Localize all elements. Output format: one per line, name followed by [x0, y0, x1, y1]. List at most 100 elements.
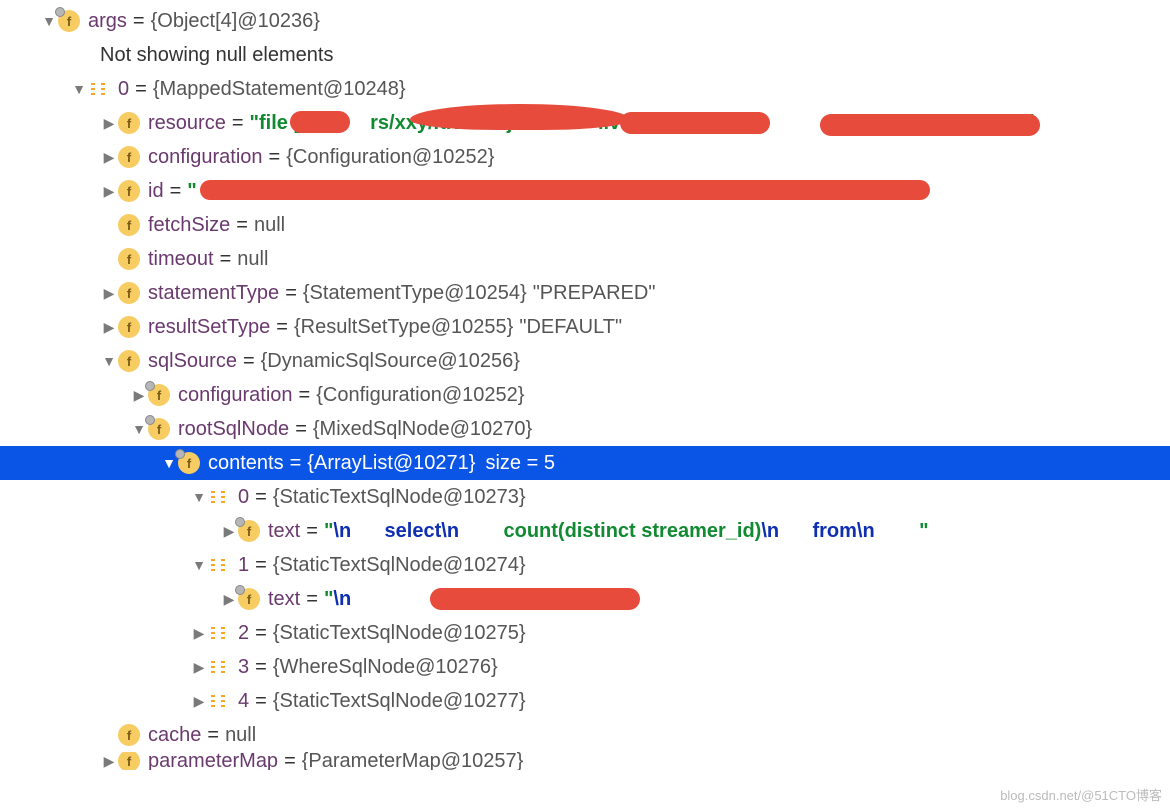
- tree-row-id[interactable]: ▶ f id = " ": [0, 174, 1170, 208]
- var-value: {DynamicSqlSource@10256}: [261, 350, 520, 373]
- tree-row-rootsqlnode[interactable]: ▼ f rootSqlNode = {MixedSqlNode@10270}: [0, 412, 1170, 446]
- var-name: 1: [238, 554, 249, 577]
- var-value-str: "DEFAULT": [519, 316, 622, 339]
- field-icon: f: [118, 282, 140, 304]
- var-name: sqlSource: [148, 350, 237, 373]
- tree-row-index0[interactable]: ▼ 0 = {MappedStatement@10248}: [0, 72, 1170, 106]
- var-value: {Object[4]@10236}: [151, 10, 320, 33]
- redaction-mark: [200, 180, 930, 200]
- expand-arrow[interactable]: ▼: [40, 13, 58, 29]
- var-value: {Configuration@10252}: [286, 146, 494, 169]
- field-icon: f: [118, 112, 140, 134]
- var-value: {Configuration@10252}: [316, 384, 524, 407]
- tree-row-c4[interactable]: ▶ 4 = {StaticTextSqlNode@10277}: [0, 684, 1170, 718]
- expand-arrow[interactable]: ▶: [190, 625, 208, 642]
- expand-arrow[interactable]: ▼: [160, 455, 178, 471]
- tree-row-configuration2[interactable]: ▶ f configuration = {Configuration@10252…: [0, 378, 1170, 412]
- expand-arrow[interactable]: ▶: [100, 183, 118, 200]
- var-value: {ResultSetType@10255}: [294, 316, 513, 339]
- tree-row-args[interactable]: ▼ f args = {Object[4]@10236}: [0, 4, 1170, 38]
- var-value: null: [237, 248, 268, 271]
- var-name: 0: [118, 78, 129, 101]
- var-name: cache: [148, 724, 201, 747]
- expand-arrow[interactable]: ▶: [100, 115, 118, 132]
- field-icon: f: [58, 10, 80, 32]
- tree-row-c2[interactable]: ▶ 2 = {StaticTextSqlNode@10275}: [0, 616, 1170, 650]
- tree-row-resource[interactable]: ▶ f resource = " file [ rs/xxy/IdeaProje…: [0, 106, 1170, 140]
- var-name: 2: [238, 622, 249, 645]
- var-name: configuration: [178, 384, 293, 407]
- expand-arrow[interactable]: ▶: [100, 285, 118, 302]
- var-name: 3: [238, 656, 249, 679]
- field-icon: f: [118, 316, 140, 338]
- expand-arrow[interactable]: ▶: [190, 693, 208, 710]
- redaction-mark: [290, 111, 350, 133]
- var-value-str: "PREPARED": [533, 282, 656, 305]
- tree-row-statementtype[interactable]: ▶ f statementType = {StatementType@10254…: [0, 276, 1170, 310]
- expand-arrow[interactable]: ▼: [70, 81, 88, 97]
- expand-arrow[interactable]: ▶: [100, 753, 118, 770]
- expand-arrow[interactable]: ▶: [100, 149, 118, 166]
- field-icon: f: [118, 752, 140, 770]
- field-icon: f: [118, 724, 140, 746]
- var-value: {StaticTextSqlNode@10273}: [273, 486, 526, 509]
- var-name: id: [148, 180, 164, 203]
- field-icon: f: [118, 214, 140, 236]
- field-icon: f: [118, 180, 140, 202]
- list-icon: [88, 78, 110, 100]
- var-value: {StaticTextSqlNode@10275}: [273, 622, 526, 645]
- var-value: {StaticTextSqlNode@10277}: [273, 690, 526, 713]
- field-icon: f: [148, 418, 170, 440]
- var-value: {ParameterMap@10257}: [302, 752, 524, 770]
- var-name: fetchSize: [148, 214, 230, 237]
- list-icon: [208, 622, 230, 644]
- list-icon: [208, 486, 230, 508]
- tree-row-configuration[interactable]: ▶ f configuration = {Configuration@10252…: [0, 140, 1170, 174]
- var-name: statementType: [148, 282, 279, 305]
- info-text: Not showing null elements: [100, 44, 333, 67]
- equals-sign: =: [127, 10, 151, 33]
- expand-arrow[interactable]: ▼: [130, 421, 148, 437]
- tree-row-c1-text[interactable]: ▶ f text = "\n \n ": [0, 582, 1170, 616]
- field-icon: f: [238, 588, 260, 610]
- tree-row-cache[interactable]: ▶ f cache = null: [0, 718, 1170, 752]
- tree-row-c1[interactable]: ▼ 1 = {StaticTextSqlNode@10274}: [0, 548, 1170, 582]
- tree-row-parametermap[interactable]: ▶ f parameterMap = {ParameterMap@10257}: [0, 752, 1170, 770]
- tree-row-c0-text[interactable]: ▶ f text = "\n select\n count(distinct s…: [0, 514, 1170, 548]
- field-icon: f: [118, 350, 140, 372]
- var-name: 0: [238, 486, 249, 509]
- tree-row-fetchsize[interactable]: ▶ f fetchSize = null: [0, 208, 1170, 242]
- expand-arrow[interactable]: ▶: [100, 319, 118, 336]
- var-name: parameterMap: [148, 752, 278, 770]
- var-value: null: [254, 214, 285, 237]
- var-name: rootSqlNode: [178, 418, 289, 441]
- list-icon: [208, 656, 230, 678]
- debugger-variables-tree[interactable]: ▼ f args = {Object[4]@10236} Not showing…: [0, 0, 1170, 770]
- list-icon: [208, 690, 230, 712]
- var-name: 4: [238, 690, 249, 713]
- expand-arrow[interactable]: ▼: [190, 489, 208, 505]
- expand-arrow[interactable]: ▼: [190, 557, 208, 573]
- tree-row-sqlsource[interactable]: ▼ f sqlSource = {DynamicSqlSource@10256}: [0, 344, 1170, 378]
- var-name: resource: [148, 112, 226, 135]
- var-name: text: [268, 520, 300, 543]
- expand-arrow[interactable]: ▶: [190, 659, 208, 676]
- var-value: {ArrayList@10271}: [307, 452, 475, 475]
- var-name: text: [268, 588, 300, 611]
- var-size: size = 5: [485, 452, 554, 475]
- tree-row-resultsettype[interactable]: ▶ f resultSetType = {ResultSetType@10255…: [0, 310, 1170, 344]
- var-name: args: [88, 10, 127, 33]
- tree-row-timeout[interactable]: ▶ f timeout = null: [0, 242, 1170, 276]
- var-name: configuration: [148, 146, 263, 169]
- field-icon: f: [118, 248, 140, 270]
- var-value: {WhereSqlNode@10276}: [273, 656, 498, 679]
- var-name: resultSetType: [148, 316, 270, 339]
- expand-arrow[interactable]: ▼: [100, 353, 118, 369]
- field-icon: f: [178, 452, 200, 474]
- tree-row-c0[interactable]: ▼ 0 = {StaticTextSqlNode@10273}: [0, 480, 1170, 514]
- var-name: timeout: [148, 248, 214, 271]
- var-value: {StaticTextSqlNode@10274}: [273, 554, 526, 577]
- tree-row-c3[interactable]: ▶ 3 = {WhereSqlNode@10276}: [0, 650, 1170, 684]
- tree-row-contents[interactable]: ▼ f contents = {ArrayList@10271} size = …: [0, 446, 1170, 480]
- watermark-text: blog.csdn.net/@51CTO博客: [1000, 785, 1162, 804]
